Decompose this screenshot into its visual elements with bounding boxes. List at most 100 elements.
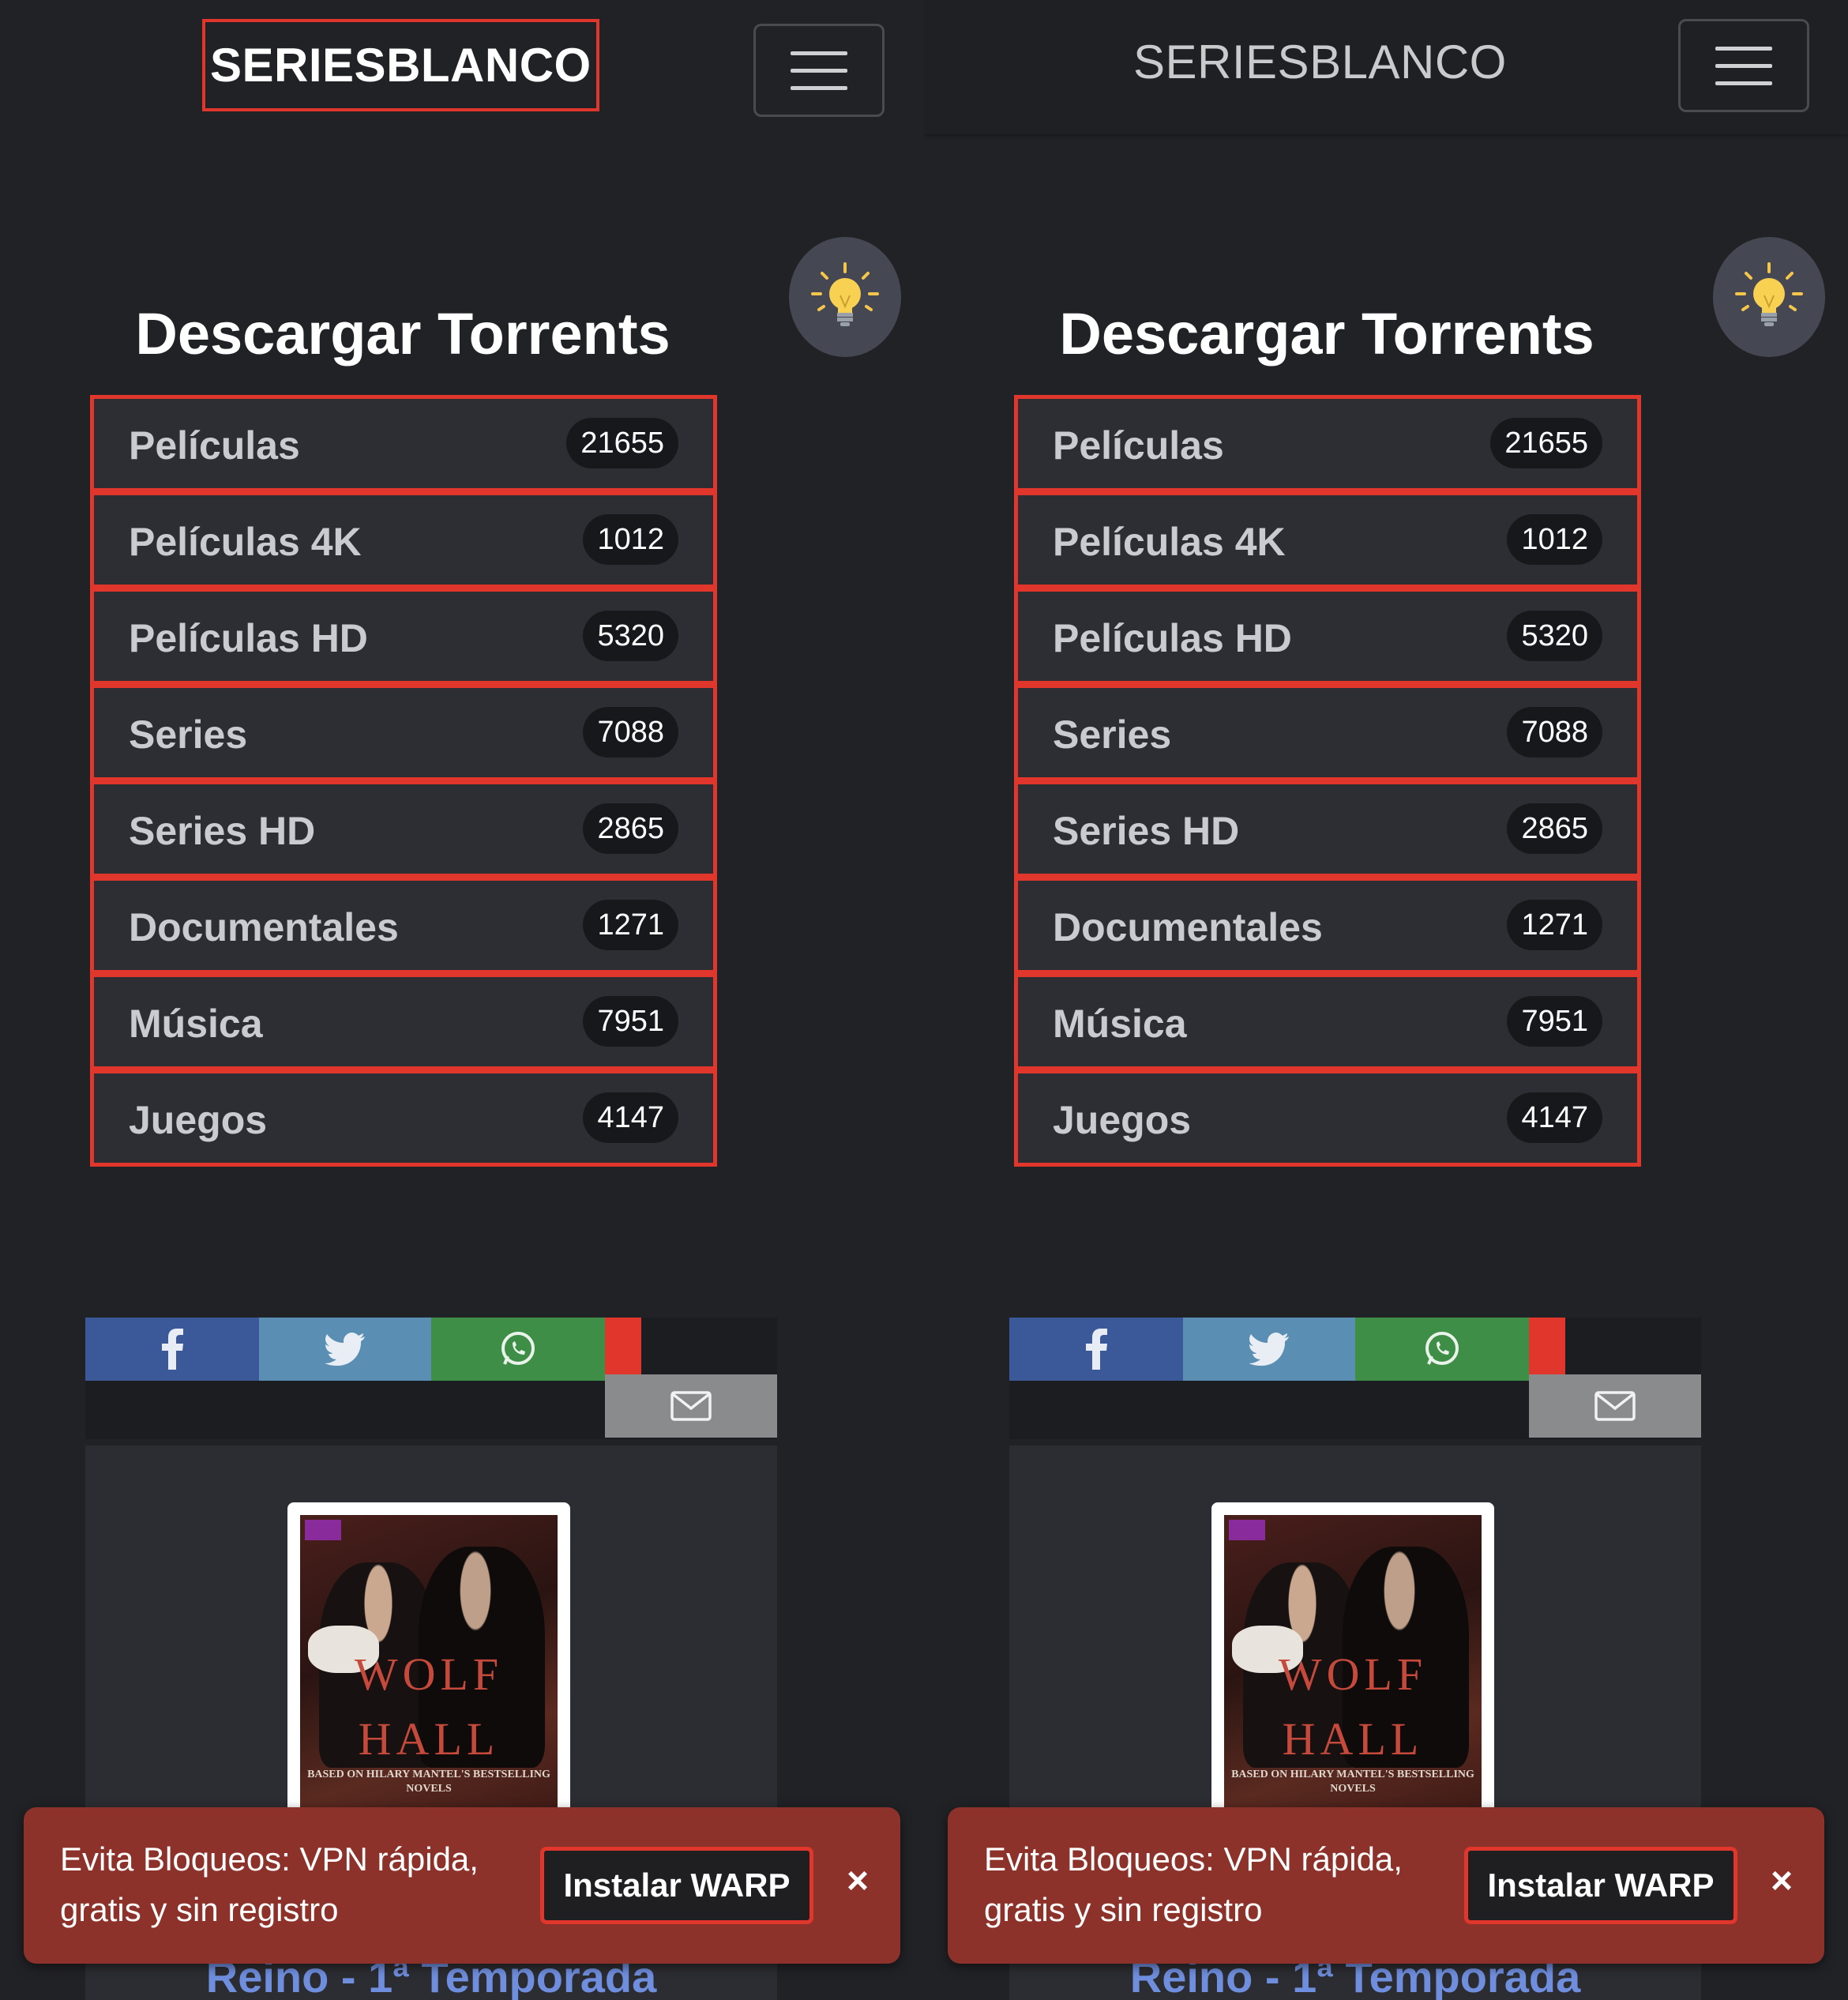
- twitter-share-button[interactable]: [1183, 1318, 1355, 1381]
- install-warp-button[interactable]: Instalar WARP: [540, 1847, 813, 1924]
- hamburger-icon-bar: [1715, 64, 1772, 68]
- poster-tagline: BASED ON HILARY MANTEL'S BESTSELLING NOV…: [307, 1769, 550, 1795]
- navbar: SERIESBLANCO: [924, 0, 1848, 134]
- facebook-icon: [162, 1329, 183, 1370]
- facebook-share-button[interactable]: [1009, 1318, 1183, 1381]
- email-share-button[interactable]: [1529, 1374, 1701, 1438]
- category-label: Películas: [1053, 423, 1224, 468]
- page-panel-right: SERIESBLANCO Descargar Torrents Película…: [924, 0, 1848, 2000]
- close-icon[interactable]: ×: [1764, 1858, 1799, 1905]
- category-count-badge: 4147: [583, 1092, 678, 1143]
- page-panel-left: SERIESBLANCO Descargar Torrents Película…: [0, 0, 924, 2000]
- theme-toggle-button[interactable]: [1713, 237, 1825, 357]
- category-label: Documentales: [1053, 905, 1323, 949]
- category-label: Series: [129, 712, 248, 757]
- category-label: Películas HD: [1053, 616, 1292, 660]
- whatsapp-share-button[interactable]: [431, 1318, 605, 1381]
- category-list: Películas 21655 Películas 4K 1012 Películas …: [90, 395, 717, 1167]
- theme-toggle-button[interactable]: [789, 237, 901, 357]
- category-item[interactable]: Películas HD 5320: [1014, 588, 1641, 685]
- category-count-badge: 5320: [1507, 611, 1602, 661]
- install-warp-button[interactable]: Instalar WARP: [1464, 1847, 1737, 1924]
- category-item[interactable]: Series HD 2865: [90, 780, 717, 878]
- share-accent: [1529, 1318, 1565, 1381]
- category-label: Series HD: [129, 809, 316, 853]
- poster-image: WOLF HALL BASED ON HILARY MANTEL'S BESTS…: [300, 1515, 558, 1834]
- post-poster[interactable]: WOLF HALL BASED ON HILARY MANTEL'S BESTS…: [287, 1502, 570, 1834]
- navbar: SERIESBLANCO: [0, 0, 924, 134]
- poster-image: WOLF HALL BASED ON HILARY MANTEL'S BESTS…: [1224, 1515, 1482, 1834]
- poster-title-line2: HALL: [358, 1713, 500, 1765]
- category-count-badge: 2865: [1507, 803, 1602, 854]
- category-count-badge: 1012: [1507, 514, 1602, 565]
- hamburger-icon: [1715, 47, 1772, 51]
- menu-toggle-button[interactable]: [1678, 19, 1809, 112]
- category-item[interactable]: Películas 4K 1012: [1014, 491, 1641, 588]
- share-accent: [605, 1318, 641, 1381]
- category-label: Películas 4K: [129, 520, 362, 564]
- close-icon[interactable]: ×: [840, 1858, 875, 1905]
- email-share-button[interactable]: [605, 1374, 777, 1438]
- post-poster[interactable]: WOLF HALL BASED ON HILARY MANTEL'S BESTS…: [1211, 1502, 1494, 1834]
- hamburger-icon-bar: [791, 69, 847, 73]
- warp-banner: Evita Bloqueos: VPN rápida, gratis y sin…: [24, 1807, 900, 1964]
- category-item[interactable]: Series HD 2865: [1014, 780, 1641, 878]
- category-label: Películas HD: [129, 616, 368, 660]
- category-count-badge: 4147: [1507, 1092, 1602, 1143]
- categories-title: Descargar Torrents: [135, 301, 670, 367]
- category-label: Películas 4K: [1053, 520, 1286, 564]
- brand-logo[interactable]: SERIESBLANCO: [202, 19, 599, 111]
- category-item[interactable]: Películas HD 5320: [90, 588, 717, 685]
- twitter-share-button[interactable]: [259, 1318, 431, 1381]
- category-label: Series HD: [1053, 809, 1240, 853]
- category-item[interactable]: Música 7951: [90, 973, 717, 1070]
- category-item[interactable]: Películas 21655: [90, 395, 717, 492]
- category-count-badge: 7951: [1507, 996, 1602, 1047]
- brand-logo[interactable]: SERIESBLANCO: [1133, 35, 1507, 89]
- category-count-badge: 1012: [583, 514, 678, 565]
- category-count-badge: 7951: [583, 996, 678, 1047]
- category-label: Juegos: [129, 1098, 268, 1142]
- category-count-badge: 21655: [566, 418, 678, 468]
- category-label: Series: [1053, 712, 1172, 757]
- whatsapp-icon: [1425, 1332, 1459, 1365]
- poster-title-line1: WOLF: [354, 1648, 504, 1700]
- lightbulb-icon: [1735, 262, 1803, 326]
- category-count-badge: 7088: [1507, 707, 1602, 758]
- category-item[interactable]: Series 7088: [90, 684, 717, 781]
- category-label: Juegos: [1053, 1098, 1192, 1142]
- facebook-share-button[interactable]: [85, 1318, 259, 1381]
- poster-title-line2: HALL: [1282, 1713, 1424, 1765]
- bbc-logo: [305, 1520, 341, 1540]
- category-item[interactable]: Documentales 1271: [1014, 877, 1641, 974]
- category-item[interactable]: Juegos 4147: [1014, 1070, 1641, 1167]
- whatsapp-icon: [501, 1332, 535, 1365]
- hamburger-icon-bar: [791, 86, 847, 90]
- menu-toggle-button[interactable]: [753, 24, 885, 117]
- lightbulb-icon: [811, 262, 879, 326]
- facebook-icon: [1086, 1329, 1107, 1370]
- hamburger-icon: [791, 51, 847, 55]
- email-icon: [1594, 1391, 1636, 1421]
- category-item[interactable]: Películas 4K 1012: [90, 491, 717, 588]
- twitter-icon: [1249, 1333, 1289, 1366]
- category-count-badge: 5320: [583, 611, 678, 661]
- category-item[interactable]: Películas 21655: [1014, 395, 1641, 492]
- category-count-badge: 2865: [583, 803, 678, 854]
- category-count-badge: 21655: [1490, 418, 1602, 468]
- poster-title-line1: WOLF: [1278, 1648, 1428, 1700]
- categories-title: Descargar Torrents: [1059, 301, 1594, 367]
- category-item[interactable]: Series 7088: [1014, 684, 1641, 781]
- hamburger-icon-bar: [1715, 81, 1772, 85]
- category-label: Música: [1053, 1002, 1187, 1046]
- warp-banner-text: Evita Bloqueos: VPN rápida, gratis y sin…: [60, 1840, 479, 1928]
- category-count-badge: 7088: [583, 707, 678, 758]
- category-list: Películas 21655 Películas 4K 1012 Películas …: [1014, 395, 1641, 1167]
- category-item[interactable]: Documentales 1271: [90, 877, 717, 974]
- category-count-badge: 1271: [1507, 900, 1602, 950]
- whatsapp-share-button[interactable]: [1355, 1318, 1529, 1381]
- warp-banner-text: Evita Bloqueos: VPN rápida, gratis y sin…: [984, 1840, 1403, 1928]
- email-icon: [670, 1391, 712, 1421]
- category-item[interactable]: Música 7951: [1014, 973, 1641, 1070]
- category-item[interactable]: Juegos 4147: [90, 1070, 717, 1167]
